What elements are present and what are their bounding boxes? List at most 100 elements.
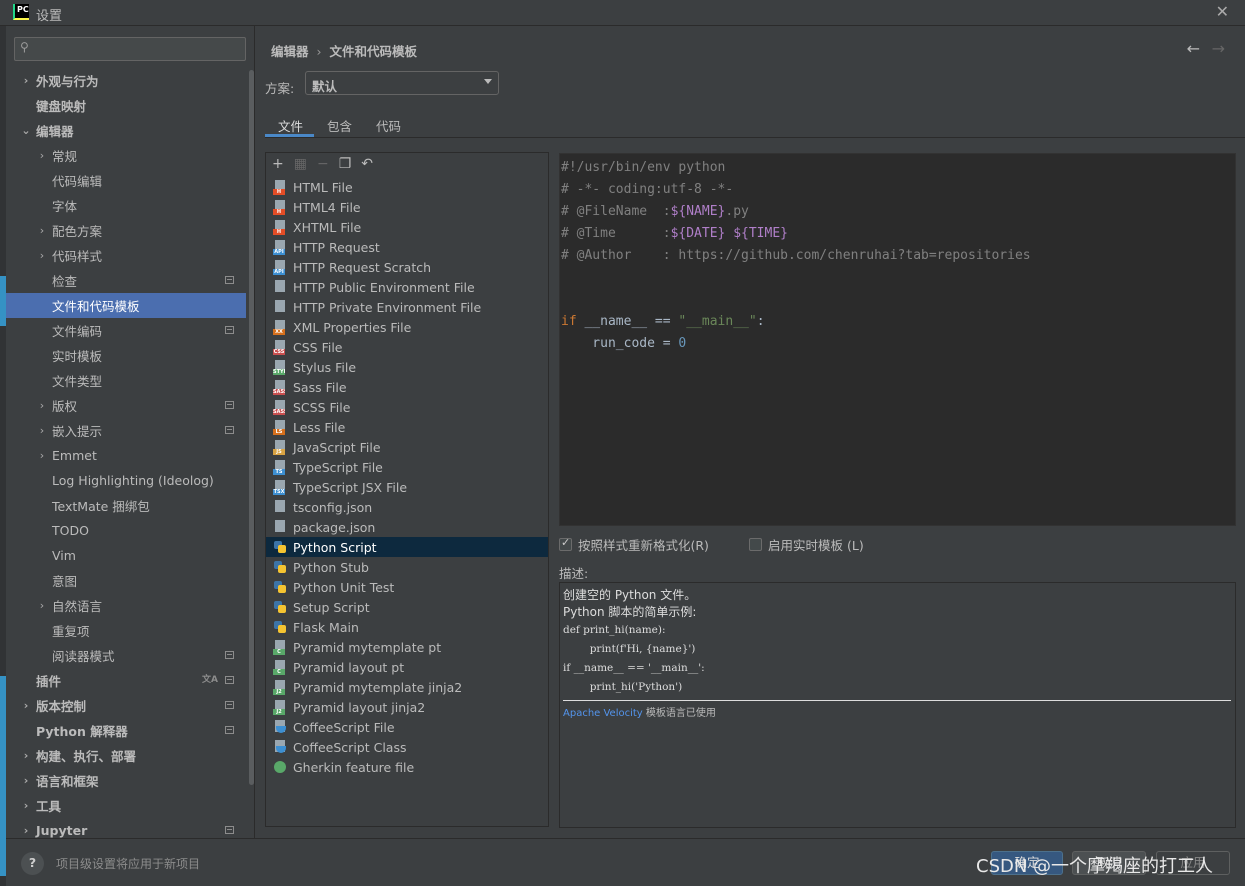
sidebar-item[interactable]: › 版权 bbox=[6, 393, 246, 418]
sidebar-item[interactable]: TODO bbox=[6, 518, 246, 543]
template-list-item[interactable]: J2 Pyramid layout jinja2 bbox=[266, 697, 548, 717]
sidebar-item[interactable]: 文件和代码模板 bbox=[6, 293, 246, 318]
template-list-item[interactable]: API HTTP Request bbox=[266, 237, 548, 257]
template-list-item[interactable]: TS TypeScript File bbox=[266, 457, 548, 477]
sidebar-item[interactable]: Vim bbox=[6, 543, 246, 568]
template-list-item[interactable]: CoffeeScript Class bbox=[266, 737, 548, 757]
template-list-item[interactable]: package.json bbox=[266, 517, 548, 537]
template-list-item[interactable]: tsconfig.json bbox=[266, 497, 548, 517]
chevron-right-icon[interactable]: › bbox=[36, 249, 48, 262]
template-list-item[interactable]: H XHTML File bbox=[266, 217, 548, 237]
chevron-right-icon[interactable]: › bbox=[36, 149, 48, 162]
duplicate-icon[interactable]: ❐ bbox=[339, 156, 352, 172]
sidebar-item[interactable]: 键盘映射 bbox=[6, 93, 246, 118]
sidebar-item[interactable]: 文件编码 bbox=[6, 318, 246, 343]
template-list-item[interactable]: SASS Sass File bbox=[266, 377, 548, 397]
remove-icon[interactable]: − bbox=[317, 156, 329, 172]
template-list-item[interactable]: C Pyramid layout pt bbox=[266, 657, 548, 677]
template-list-item[interactable]: HTTP Public Environment File bbox=[266, 277, 548, 297]
sidebar-item[interactable]: › 代码样式 bbox=[6, 243, 246, 268]
template-list-item[interactable]: Gherkin feature file bbox=[266, 757, 548, 777]
chevron-right-icon[interactable]: › bbox=[36, 424, 48, 437]
back-arrow-icon[interactable]: ← bbox=[1187, 39, 1200, 58]
chevron-right-icon[interactable]: › bbox=[20, 799, 32, 812]
reset-icon[interactable]: ↶ bbox=[361, 156, 373, 172]
chevron-right-icon[interactable]: › bbox=[20, 749, 32, 762]
sidebar-item[interactable]: › 工具 bbox=[6, 793, 246, 818]
copy-template-icon[interactable]: ▦ bbox=[294, 156, 307, 172]
sidebar-item[interactable]: › 语言和框架 bbox=[6, 768, 246, 793]
template-list-item[interactable]: JS JavaScript File bbox=[266, 437, 548, 457]
scheme-select[interactable]: 默认 bbox=[305, 71, 499, 95]
sidebar-item[interactable]: › 构建、执行、部署 bbox=[6, 743, 246, 768]
live-templates-checkbox[interactable] bbox=[749, 538, 762, 551]
chevron-right-icon[interactable]: › bbox=[36, 224, 48, 237]
chevron-right-icon[interactable]: › bbox=[36, 449, 48, 462]
sidebar-item[interactable]: ⌄ 编辑器 bbox=[6, 118, 246, 143]
sidebar-item[interactable]: 阅读器模式 bbox=[6, 643, 246, 668]
breadcrumb-parent[interactable]: 编辑器 bbox=[271, 44, 309, 59]
tab-1[interactable]: 包含 bbox=[314, 111, 363, 137]
file-page-part bbox=[275, 499, 285, 512]
template-list-item[interactable]: TSX TypeScript JSX File bbox=[266, 477, 548, 497]
sidebar-item[interactable]: › 外观与行为 bbox=[6, 68, 246, 93]
template-list-item[interactable]: J2 Pyramid mytemplate jinja2 bbox=[266, 677, 548, 697]
template-code-editor[interactable]: #!/usr/bin/env python # -*- coding:utf-8 … bbox=[559, 153, 1236, 526]
template-list-item[interactable]: H HTML4 File bbox=[266, 197, 548, 217]
sidebar-scrollbar[interactable] bbox=[249, 70, 254, 785]
sidebar-item[interactable]: 代码编辑 bbox=[6, 168, 246, 193]
chevron-right-icon[interactable]: › bbox=[36, 599, 48, 612]
template-list-item[interactable]: HTTP Private Environment File bbox=[266, 297, 548, 317]
description-code-line: print_hi('Python') bbox=[563, 681, 683, 693]
sidebar-item[interactable]: › 版本控制 bbox=[6, 693, 246, 718]
template-list-item[interactable]: H HTML File bbox=[266, 177, 548, 197]
add-icon[interactable]: + bbox=[272, 156, 284, 172]
template-list-item[interactable]: CSS CSS File bbox=[266, 337, 548, 357]
template-list-item[interactable]: STYL Stylus File bbox=[266, 357, 548, 377]
settings-search-input[interactable]: ⚲ bbox=[14, 37, 246, 61]
template-list-item[interactable]: XX XML Properties File bbox=[266, 317, 548, 337]
sidebar-item[interactable]: 检查 bbox=[6, 268, 246, 293]
close-icon[interactable]: ✕ bbox=[1216, 2, 1229, 21]
live-templates-option[interactable]: 启用实时模板 (L) bbox=[749, 535, 864, 554]
template-list-item[interactable]: Setup Script bbox=[266, 597, 548, 617]
sidebar-item[interactable]: Python 解释器 bbox=[6, 718, 246, 743]
chevron-right-icon[interactable]: › bbox=[20, 74, 32, 87]
sidebar-item[interactable]: › 自然语言 bbox=[6, 593, 246, 618]
sidebar-item[interactable]: 文件类型 bbox=[6, 368, 246, 393]
template-list-item[interactable]: Python Stub bbox=[266, 557, 548, 577]
chevron-right-icon[interactable]: › bbox=[20, 699, 32, 712]
sidebar-item[interactable]: › 嵌入提示 bbox=[6, 418, 246, 443]
template-list-item[interactable]: Flask Main bbox=[266, 617, 548, 637]
forward-arrow-icon[interactable]: → bbox=[1212, 39, 1225, 58]
sidebar-item[interactable]: 实时模板 bbox=[6, 343, 246, 368]
template-list-item[interactable]: SASS SCSS File bbox=[266, 397, 548, 417]
sidebar-item[interactable]: 字体 bbox=[6, 193, 246, 218]
file-type-icon: API bbox=[273, 259, 288, 275]
apache-velocity-link[interactable]: Apache Velocity bbox=[563, 708, 643, 719]
sidebar-item[interactable]: 意图 bbox=[6, 568, 246, 593]
sidebar-item[interactable]: › 配色方案 bbox=[6, 218, 246, 243]
template-list-item[interactable]: Python Unit Test bbox=[266, 577, 548, 597]
sidebar-item[interactable]: › 常规 bbox=[6, 143, 246, 168]
sidebar-item[interactable]: 重复项 bbox=[6, 618, 246, 643]
sidebar-item[interactable]: › Emmet bbox=[6, 443, 246, 468]
reformat-option[interactable]: 按照样式重新格式化(R) bbox=[559, 535, 709, 554]
chevron-right-icon[interactable]: › bbox=[36, 399, 48, 412]
help-icon[interactable]: ? bbox=[21, 852, 44, 875]
template-list-item[interactable]: CoffeeScript File bbox=[266, 717, 548, 737]
tab-0[interactable]: 文件 bbox=[265, 111, 315, 137]
sidebar-item[interactable]: TextMate 捆绑包 bbox=[6, 493, 246, 518]
chevron-right-icon[interactable]: › bbox=[20, 774, 32, 787]
sidebar-item[interactable]: Log Highlighting (Ideolog) bbox=[6, 468, 246, 493]
code-token: 0 bbox=[678, 336, 687, 351]
tab-2[interactable]: 代码 bbox=[363, 111, 412, 137]
template-list-item[interactable]: LS Less File bbox=[266, 417, 548, 437]
sidebar-item[interactable]: 插件 文A bbox=[6, 668, 246, 693]
template-list-item[interactable]: C Pyramid mytemplate pt bbox=[266, 637, 548, 657]
chevron-down-icon[interactable]: ⌄ bbox=[20, 124, 32, 137]
reformat-checkbox[interactable] bbox=[559, 536, 572, 551]
template-list-item[interactable]: API HTTP Request Scratch bbox=[266, 257, 548, 277]
chevron-right-icon[interactable]: › bbox=[20, 824, 32, 837]
template-list-item[interactable]: Python Script bbox=[266, 537, 548, 557]
